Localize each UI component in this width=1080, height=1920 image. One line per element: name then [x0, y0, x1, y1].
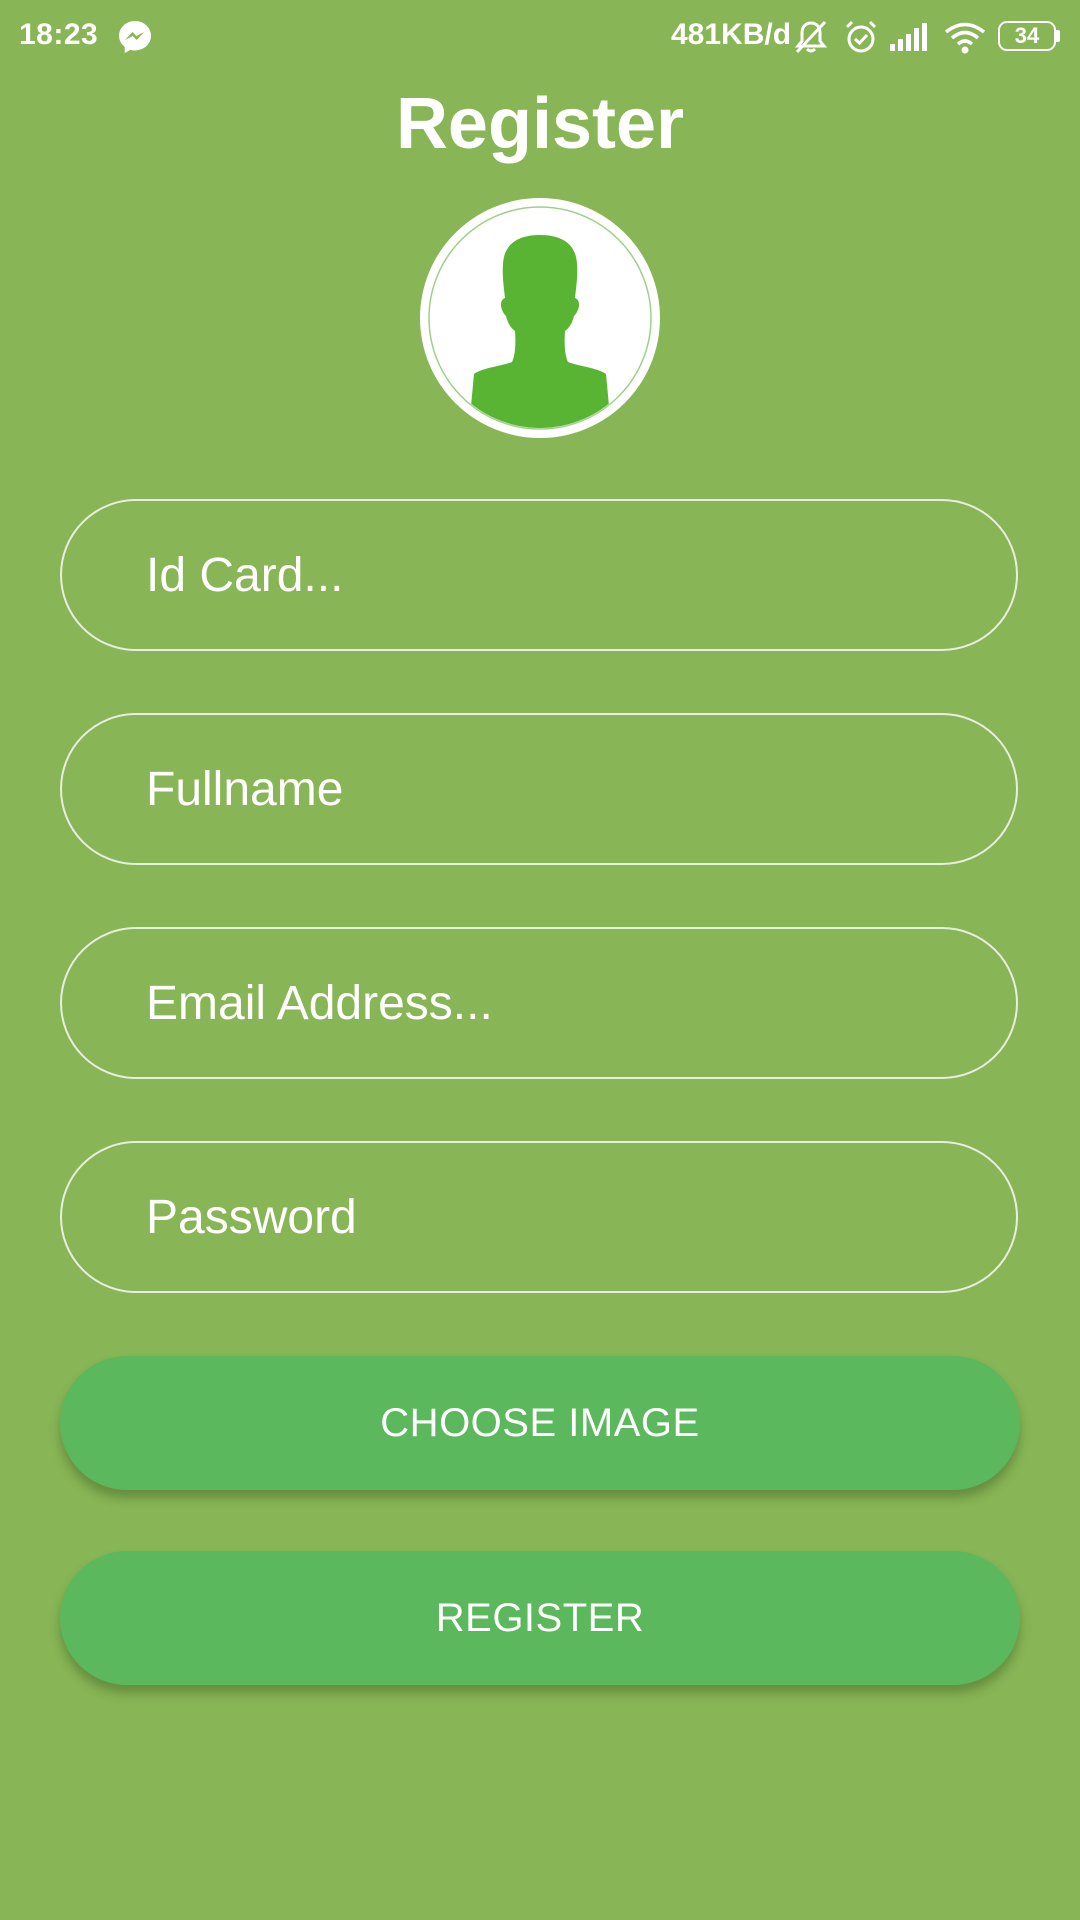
- password-field[interactable]: [60, 1141, 1018, 1293]
- status-bar: 18:23 481KB/d 34: [0, 0, 1080, 74]
- email-field[interactable]: [60, 927, 1018, 1079]
- avatar[interactable]: [420, 198, 660, 438]
- messenger-icon: [117, 19, 153, 55]
- register-button[interactable]: REGISTER: [60, 1551, 1020, 1685]
- muted-bell-icon: [792, 18, 830, 56]
- choose-image-button[interactable]: CHOOSE IMAGE: [60, 1356, 1020, 1490]
- battery-level: 34: [1014, 23, 1040, 48]
- password-input[interactable]: [146, 1143, 966, 1291]
- fullname-field[interactable]: [60, 713, 1018, 865]
- battery-icon: 34: [998, 21, 1060, 51]
- fullname-input[interactable]: [146, 715, 966, 863]
- network-speed: 481KB/d: [671, 18, 792, 51]
- wifi-icon: [944, 20, 986, 56]
- id-card-field[interactable]: [60, 499, 1018, 651]
- page-title: Register: [395, 84, 685, 164]
- email-input[interactable]: [146, 929, 966, 1077]
- status-time: 18:23: [19, 18, 99, 51]
- signal-icon: [889, 22, 929, 52]
- person-silhouette-icon: [428, 206, 652, 430]
- id-card-input[interactable]: [146, 501, 966, 649]
- alarm-icon: [842, 18, 880, 56]
